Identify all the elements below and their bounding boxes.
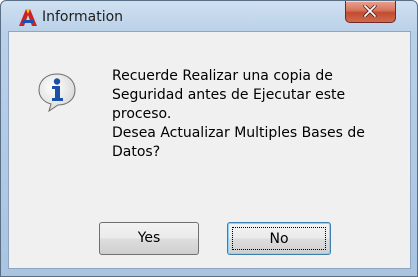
dialog-body: Recuerde Realizar una copia de Seguridad…	[8, 31, 411, 269]
dialog-window: Information Recuerde Realizar una copia …	[0, 0, 418, 277]
message-line: Desea Actualizar Multiples Bases de	[112, 125, 365, 141]
app-logo-icon	[17, 7, 39, 27]
window-title: Information	[42, 9, 124, 25]
no-button[interactable]: No	[227, 222, 331, 255]
message-line: proceso.	[112, 106, 172, 122]
title-bar[interactable]: Information	[1, 1, 417, 31]
message-line: Seguridad antes de Ejecutar este	[112, 87, 346, 103]
message-line: Recuerde Realizar una copia de	[112, 68, 333, 84]
message-text: Recuerde Realizar una copia de Seguridad…	[112, 67, 402, 162]
info-icon	[37, 72, 77, 113]
message-line: Datos?	[112, 144, 161, 160]
close-button[interactable]	[345, 1, 396, 23]
close-icon	[363, 5, 377, 17]
yes-button[interactable]: Yes	[99, 222, 199, 255]
no-button-label: No	[232, 227, 326, 250]
